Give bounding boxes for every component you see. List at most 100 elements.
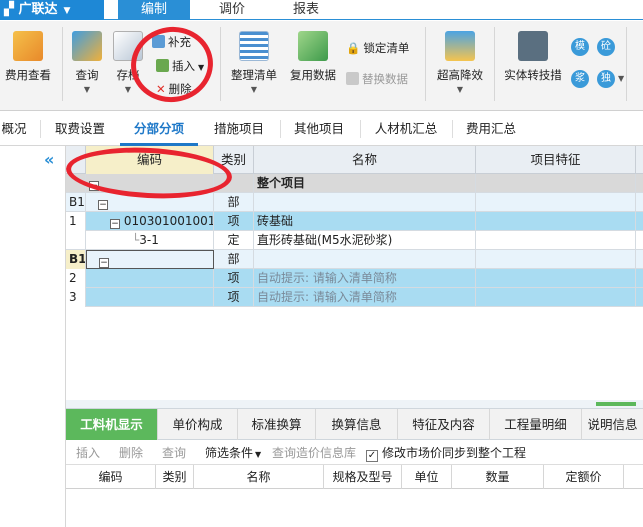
tab-labor-material-summary[interactable]: 人材机汇总 — [364, 112, 448, 146]
row-name[interactable] — [254, 250, 476, 269]
table-row[interactable]: B1 − 部 — [66, 250, 643, 269]
navigation-panel — [0, 146, 66, 527]
filter-label: 筛选条件 — [205, 446, 254, 460]
collapse-box-icon[interactable]: − — [98, 200, 108, 210]
fee-view-button[interactable]: 费用查看 — [2, 31, 54, 83]
detail-query-button[interactable]: 查询 — [162, 444, 186, 462]
super-reduce-button[interactable]: 超高降效 ▼ — [432, 31, 488, 94]
tab-features-content[interactable]: 特征及内容 — [398, 409, 490, 440]
row-code: └3-1 — [86, 231, 214, 250]
row-type: 部 — [214, 250, 254, 269]
detail-header-name[interactable]: 名称 — [194, 465, 324, 489]
mold-circle-button[interactable]: 模 — [571, 38, 589, 56]
tab-division-items[interactable]: 分部分项 — [120, 112, 198, 146]
detail-delete-button[interactable]: 删除 — [119, 444, 143, 462]
checkbox-checked-icon[interactable]: ✓ — [366, 450, 378, 462]
price-db-query-button[interactable]: 查询造价信息库 — [272, 444, 356, 462]
tab-quantity-details[interactable]: 工程量明细 — [490, 409, 582, 440]
row-number: 3 — [66, 288, 86, 307]
chevron-down-icon[interactable]: ▼ — [618, 74, 624, 83]
tab-other-items[interactable]: 其他项目 — [284, 112, 354, 146]
tab-standard-conversion[interactable]: 标准换算 — [238, 409, 316, 440]
filter-dropdown[interactable]: 筛选条件 ▼ — [205, 444, 261, 462]
detail-header-unit[interactable]: 单位 — [402, 465, 452, 489]
detail-header-type[interactable]: 类别 — [156, 465, 194, 489]
tab-conversion-info[interactable]: 换算信息 — [316, 409, 398, 440]
reuse-data-button[interactable]: 复用数据 — [286, 31, 340, 83]
lock-icon: 🔒 — [346, 41, 361, 55]
tab-fee-summary[interactable]: 费用汇总 — [456, 112, 526, 146]
query-label: 查询 — [75, 68, 99, 82]
row-name[interactable]: 整个项目 — [254, 174, 476, 193]
chevron-down-icon: ▼ — [250, 85, 258, 94]
detail-header-code[interactable]: 编码 — [66, 465, 156, 489]
row-code[interactable] — [86, 269, 214, 288]
app-logo-text: 广联达 — [18, 2, 58, 17]
table-row[interactable]: 2 项 自动提示: 请输入清单简称 — [66, 269, 643, 288]
replace-data-button[interactable]: 替换数据 — [346, 70, 408, 88]
panel-splitter[interactable] — [66, 400, 643, 408]
header-name[interactable]: 名称 — [254, 146, 476, 174]
app-logo-menu[interactable]: ▞ 广联达 ▼ — [0, 0, 104, 20]
menu-tab-edit[interactable]: 编制 — [118, 0, 190, 20]
row-feature[interactable] — [476, 288, 636, 307]
tab-measure-items[interactable]: 措施项目 — [204, 112, 274, 146]
super-reduce-label: 超高降效 — [437, 68, 483, 82]
row-feature[interactable] — [476, 250, 636, 269]
row-name[interactable] — [254, 193, 476, 212]
collapse-box-icon[interactable]: − — [110, 219, 120, 229]
table-row[interactable]: 3 项 自动提示: 请输入清单简称 — [66, 288, 643, 307]
collapse-left-icon[interactable]: « — [44, 150, 54, 169]
sync-market-price-checkbox[interactable]: ✓ 修改市场价同步到整个工程 — [366, 444, 526, 462]
mortar-circle-button[interactable]: 浆 — [571, 70, 589, 88]
row-code-selected-cell[interactable]: − — [86, 250, 214, 269]
query-icon — [72, 31, 102, 61]
header-feature[interactable]: 项目特征 — [476, 146, 636, 174]
organize-list-button[interactable]: 整理清单 ▼ — [226, 31, 282, 94]
query-button[interactable]: 查询 ▼ — [68, 31, 106, 94]
splitter-handle[interactable] — [596, 402, 636, 406]
detail-header-quota-price[interactable]: 定额价 — [544, 465, 624, 489]
row-feature[interactable] — [476, 193, 636, 212]
row-code[interactable] — [86, 288, 214, 307]
row-name-hint[interactable]: 自动提示: 请输入清单简称 — [254, 269, 476, 288]
tab-divider — [452, 120, 453, 138]
row-feature[interactable] — [476, 231, 636, 250]
concrete-circle-button[interactable]: 砼 — [597, 38, 615, 56]
tab-unit-price-composition[interactable]: 单价构成 — [158, 409, 238, 440]
row-code-text: 010301001001 — [123, 214, 214, 228]
tab-labor-material-display[interactable]: 工料机显示 — [66, 409, 158, 440]
detail-insert-button[interactable]: 插入 — [76, 444, 100, 462]
tab-overview[interactable]: 概况 — [0, 112, 28, 146]
replace-data-label: 替换数据 — [362, 72, 408, 86]
detail-header-quantity[interactable]: 数量 — [452, 465, 544, 489]
lock-list-button[interactable]: 🔒 锁定清单 — [346, 39, 409, 57]
entity-convert-icon — [518, 31, 548, 61]
row-feature[interactable] — [476, 174, 636, 193]
entity-convert-button[interactable]: 实体转技措 — [500, 31, 566, 83]
table-row[interactable]: └3-1 定 直形砖基础(M5水泥砂浆) — [66, 231, 643, 250]
menu-tab-adjust-price[interactable]: 调价 — [196, 0, 268, 20]
fee-view-label: 费用查看 — [5, 68, 51, 82]
row-feature[interactable] — [476, 269, 636, 288]
row-feature[interactable] — [476, 212, 636, 231]
independent-circle-button[interactable]: 独 — [597, 70, 615, 88]
reuse-data-label: 复用数据 — [290, 68, 336, 82]
row-type: 项 — [214, 269, 254, 288]
chevron-down-icon: ▼ — [63, 6, 71, 16]
chevron-down-icon: ▼ — [255, 450, 262, 459]
ribbon-divider — [62, 27, 63, 101]
tab-divider — [40, 120, 41, 138]
tab-fee-settings[interactable]: 取费设置 — [46, 112, 114, 146]
ribbon-divider — [626, 27, 627, 101]
row-name[interactable]: 砖基础 — [254, 212, 476, 231]
detail-header-spec[interactable]: 规格及型号 — [324, 465, 402, 489]
table-row[interactable]: 1 − 010301001001 项 砖基础 — [66, 212, 643, 231]
lock-list-label: 锁定清单 — [363, 41, 410, 55]
super-reduce-icon — [445, 31, 475, 61]
menu-tab-report[interactable]: 报表 — [270, 0, 342, 20]
row-name-hint[interactable]: 自动提示: 请输入清单简称 — [254, 288, 476, 307]
collapse-box-icon[interactable]: − — [99, 258, 109, 268]
row-name[interactable]: 直形砖基础(M5水泥砂浆) — [254, 231, 476, 250]
tab-description-info[interactable]: 说明信息 — [582, 409, 643, 440]
